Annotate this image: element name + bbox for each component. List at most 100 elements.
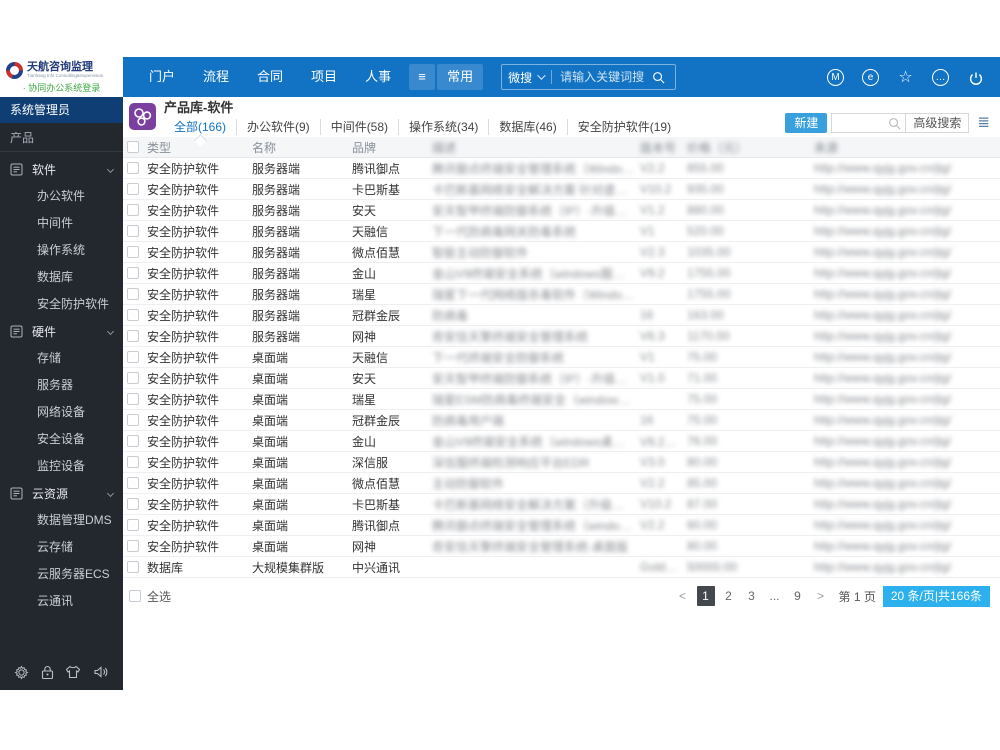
table-row[interactable]: 安全防护软件 桌面端 深信服 深信服终端检测响应平台EDR V3.0 80.00… [123, 452, 1000, 473]
global-search[interactable]: 微搜 [501, 64, 677, 90]
table-row[interactable]: 安全防护软件 桌面端 金山 金山V9终端安全系统（windows桌面版） V9.… [123, 431, 1000, 452]
table-row[interactable]: 安全防护软件 桌面端 瑞星 瑞星ESM防病毒终端安全（windows版） 75.… [123, 389, 1000, 410]
col-header-source[interactable]: 来源 [814, 139, 1000, 156]
sidebar-item[interactable]: 操作系统 [0, 237, 123, 264]
sidebar-item[interactable]: 数据管理DMS [0, 507, 123, 534]
select-all-header-checkbox[interactable] [127, 141, 139, 153]
row-checkbox[interactable] [127, 330, 139, 342]
sidebar-group-header[interactable]: 硬件 [0, 318, 123, 345]
table-row[interactable]: 安全防护软件 桌面端 天融信 下一代终端安全防御系统 V1 75.00 http… [123, 347, 1000, 368]
list-view-icon[interactable]: ≣ [977, 113, 990, 133]
sidebar-item[interactable]: 办公软件 [0, 183, 123, 210]
login-link[interactable]: · 协同办公系统登录 [6, 81, 117, 94]
table-search-input[interactable] [832, 117, 889, 129]
m-circle-icon[interactable]: M [827, 68, 844, 86]
new-button[interactable]: 新建 [785, 113, 828, 133]
row-checkbox[interactable] [127, 519, 139, 531]
row-checkbox[interactable] [127, 477, 139, 489]
search-input[interactable] [560, 70, 653, 84]
table-row[interactable]: 安全防护软件 服务器端 金山 金山V9终端安全系统（windows服务器版） V… [123, 263, 1000, 284]
row-checkbox[interactable] [127, 456, 139, 468]
row-checkbox[interactable] [127, 267, 139, 279]
sidebar-item[interactable]: 监控设备 [0, 453, 123, 480]
row-checkbox[interactable] [127, 351, 139, 363]
category-tab[interactable]: 全部(166) [164, 119, 236, 135]
logo-area[interactable]: 天航咨询监理 Tianhang Info Consulting&Supervis… [0, 57, 123, 97]
star-icon[interactable]: ☆ [897, 69, 914, 86]
row-checkbox[interactable] [127, 225, 139, 237]
page-button[interactable]: < [674, 586, 692, 606]
table-row[interactable]: 安全防护软件 服务器端 微点佰慧 智能主动防御软件 V2.3 1035.00 h… [123, 242, 1000, 263]
table-row[interactable]: 安全防护软件 桌面端 安天 安天智甲终端防御系统（IP）-升级桌面版 V1.0 … [123, 368, 1000, 389]
theme-shirt-icon[interactable] [65, 665, 81, 679]
page-button[interactable]: 2 [720, 586, 738, 606]
chevron-down-icon[interactable] [106, 165, 115, 174]
page-size-badge[interactable]: 20 条/页|共166条 [882, 585, 990, 607]
row-checkbox[interactable] [127, 183, 139, 195]
gear-icon[interactable] [14, 664, 29, 680]
menu-burger-icon[interactable]: ≡ [409, 64, 436, 90]
col-header-version[interactable]: 版本号 [640, 139, 687, 156]
table-row[interactable]: 安全防护软件 服务器端 网神 奇安信天擎终端安全管理系统 V6.3 1170.0… [123, 326, 1000, 347]
table-row[interactable]: 数据库 大规模集群版 中兴通讯 GoldenData s… 50000.00 h… [123, 557, 1000, 578]
sidebar-item[interactable]: 数据库 [0, 264, 123, 291]
select-all-control[interactable]: 全选 [129, 588, 171, 605]
table-row[interactable]: 安全防护软件 桌面端 冠群金辰 防病毒用户端 16 75.00 http://w… [123, 410, 1000, 431]
advanced-search-link[interactable]: 高级搜索 [905, 114, 968, 132]
row-checkbox[interactable] [127, 372, 139, 384]
sidebar-item[interactable]: 云通讯 [0, 588, 123, 615]
sidebar-item[interactable]: 服务器 [0, 372, 123, 399]
lock-icon[interactable] [41, 665, 54, 680]
sidebar-item[interactable]: 存储 [0, 345, 123, 372]
sidebar-item[interactable]: 网络设备 [0, 399, 123, 426]
row-checkbox[interactable] [127, 540, 139, 552]
nav-item[interactable]: 人事 [351, 57, 405, 97]
chevron-down-icon[interactable] [537, 71, 546, 80]
row-checkbox[interactable] [127, 162, 139, 174]
table-row[interactable]: 安全防护软件 桌面端 腾讯御点 腾讯御点终端安全管理系统（windows版）V2… [123, 515, 1000, 536]
row-checkbox[interactable] [127, 309, 139, 321]
more-circle-icon[interactable]: … [932, 68, 949, 86]
row-checkbox[interactable] [127, 561, 139, 573]
power-icon[interactable] [967, 69, 984, 86]
table-row[interactable]: 安全防护软件 服务器端 天融信 下一代防病毒网关防毒系统 V1 520.00 h… [123, 221, 1000, 242]
message-circle-icon[interactable]: e [862, 68, 879, 86]
col-header-desc[interactable]: 描述 [432, 139, 640, 156]
col-header-price[interactable]: 价格（元） [687, 139, 814, 156]
row-checkbox[interactable] [127, 498, 139, 510]
category-tab[interactable]: 安全防护软件(19) [566, 119, 681, 135]
category-tab[interactable]: 操作系统(34) [398, 119, 488, 135]
table-row[interactable]: 安全防护软件 服务器端 瑞星 瑞星下一代网络版杀毒软件（Windows版）标准版… [123, 284, 1000, 305]
sidebar-group-header[interactable]: 云资源 [0, 480, 123, 507]
category-tab[interactable]: 中间件(58) [319, 119, 398, 135]
row-checkbox[interactable] [127, 393, 139, 405]
table-row[interactable]: 安全防护软件 桌面端 微点佰慧 主动防御软件 V2.2 85.00 http:/… [123, 473, 1000, 494]
row-checkbox[interactable] [127, 288, 139, 300]
table-row[interactable]: 安全防护软件 服务器端 腾讯御点 腾讯御点终端安全管理系统（Windows版） … [123, 158, 1000, 179]
speaker-icon[interactable] [93, 665, 109, 679]
sidebar-item[interactable]: 安全防护软件 [0, 291, 123, 318]
nav-item-common[interactable]: 常用 [437, 64, 484, 90]
nav-item[interactable]: 项目 [297, 57, 351, 97]
table-row[interactable]: 安全防护软件 桌面端 卡巴斯基 卡巴斯基网络安全解决方案（升级版）标准·400…… [123, 494, 1000, 515]
page-button[interactable]: ... [766, 586, 784, 606]
sidebar-group-header[interactable]: 软件 [0, 156, 123, 183]
search-icon[interactable] [888, 117, 901, 130]
chevron-down-icon[interactable] [106, 327, 115, 336]
row-checkbox[interactable] [127, 435, 139, 447]
nav-item[interactable]: 门户 [135, 57, 189, 97]
page-button[interactable]: 1 [696, 586, 715, 606]
table-row[interactable]: 安全防护软件 服务器端 冠群金辰 防病毒 16 163.00 http://ww… [123, 305, 1000, 326]
select-all-checkbox[interactable] [129, 590, 141, 602]
page-button[interactable]: 9 [789, 586, 807, 606]
page-jump-label[interactable]: 第 1 页 [839, 588, 876, 605]
table-row[interactable]: 安全防护软件 服务器端 安天 安天智甲终端防御系统（IP）-升级服务器版 V1.… [123, 200, 1000, 221]
nav-item[interactable]: 流程 [189, 57, 243, 97]
sidebar-item[interactable]: 安全设备 [0, 426, 123, 453]
chevron-down-icon[interactable] [106, 489, 115, 498]
sidebar-item[interactable]: 中间件 [0, 210, 123, 237]
row-checkbox[interactable] [127, 204, 139, 216]
col-header-brand[interactable]: 品牌 [352, 139, 432, 156]
sidebar-item[interactable]: 云服务器ECS [0, 561, 123, 588]
category-tab[interactable]: 办公软件(9) [236, 119, 320, 135]
